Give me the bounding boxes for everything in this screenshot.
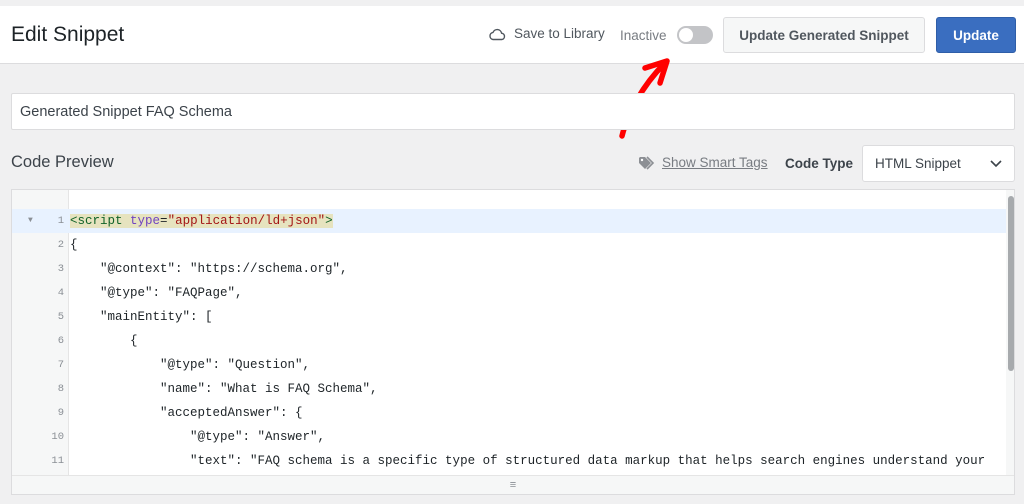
code-line: 3 "@context": "https://schema.org", (12, 257, 1008, 281)
line-number: 6 (57, 335, 64, 347)
line-text: "@type": "FAQPage", (70, 286, 243, 300)
line-text: "name": "What is FAQ Schema", (70, 382, 378, 396)
resize-handle[interactable]: ≡ (12, 475, 1014, 494)
save-to-library-label: Save to Library (514, 26, 605, 41)
line-number: 2 (57, 239, 64, 251)
show-smart-tags-label: Show Smart Tags (662, 155, 768, 170)
page-header: Edit Snippet Save to Library Inactive Up… (0, 6, 1024, 64)
line-text: "@type": "Question", (70, 358, 311, 372)
line-text: { (70, 238, 78, 252)
chevron-down-icon (990, 159, 1002, 167)
resize-handle-icon: ≡ (509, 479, 517, 491)
code-editor[interactable]: ▼ 1 <script type="application/ld+json"> 2{3… (11, 189, 1015, 495)
code-line: 8 "name": "What is FAQ Schema", (12, 377, 1008, 401)
line-number: 7 (57, 359, 64, 371)
cloud-icon (489, 28, 506, 40)
update-button[interactable]: Update (936, 17, 1016, 53)
line-text: <script type="application/ld+json"> (70, 214, 333, 228)
line-text: "text": "FAQ schema is a specific type o… (70, 454, 986, 468)
line-number: 10 (51, 431, 64, 443)
line-number: 1 (57, 215, 64, 227)
code-line: 4 "@type": "FAQPage", (12, 281, 1008, 305)
line-text: "@type": "Answer", (70, 430, 326, 444)
snippet-title-input[interactable] (11, 93, 1015, 130)
code-line: 2{ (12, 233, 1008, 257)
code-line: 7 "@type": "Question", (12, 353, 1008, 377)
scrollbar-thumb[interactable] (1008, 196, 1014, 371)
line-number: 8 (57, 383, 64, 395)
line-text: "acceptedAnswer": { (70, 406, 303, 420)
line-number: 11 (51, 455, 64, 467)
code-type-select[interactable]: HTML Snippet (862, 145, 1015, 182)
line-number: 5 (57, 311, 64, 323)
code-type-label: Code Type (785, 156, 854, 171)
show-smart-tags-link[interactable]: Show Smart Tags (638, 155, 768, 170)
line-text: "mainEntity": [ (70, 310, 213, 324)
code-line: 9 "acceptedAnswer": { (12, 401, 1008, 425)
line-number: 3 (57, 263, 64, 275)
line-text: "@context": "https://schema.org", (70, 262, 348, 276)
update-generated-snippet-button[interactable]: Update Generated Snippet (723, 17, 925, 53)
line-text: { (70, 334, 138, 348)
code-line: 5 "mainEntity": [ (12, 305, 1008, 329)
code-line: 10 "@type": "Answer", (12, 425, 1008, 449)
line-number: 9 (57, 407, 64, 419)
page-title: Edit Snippet (11, 23, 125, 46)
code-preview-heading: Code Preview (11, 153, 114, 171)
save-to-library-button[interactable]: Save to Library (488, 26, 605, 41)
code-line: ▼ 1 <script type="application/ld+json"> (12, 209, 1008, 233)
active-toggle[interactable] (677, 26, 713, 44)
code-line: 11 "text": "FAQ schema is a specific typ… (12, 449, 1008, 473)
line-number: 4 (57, 287, 64, 299)
scrollbar-track[interactable] (1006, 190, 1014, 476)
code-line: 6 { (12, 329, 1008, 353)
toggle-knob (679, 28, 693, 42)
code-type-value: HTML Snippet (875, 156, 961, 171)
tags-icon (639, 155, 655, 170)
